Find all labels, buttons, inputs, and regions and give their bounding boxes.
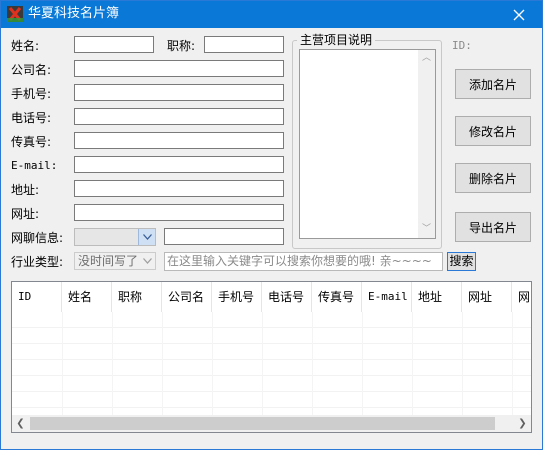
export-card-button[interactable]: 导出名片 bbox=[455, 212, 531, 242]
im-type-select[interactable] bbox=[74, 228, 156, 246]
column-header-fax[interactable]: 传真号 bbox=[312, 282, 362, 312]
grid-col-line bbox=[62, 312, 63, 415]
website-input[interactable] bbox=[74, 204, 284, 221]
scroll-up-icon[interactable]: ︿ bbox=[418, 50, 435, 67]
project-description-textarea[interactable]: ︿ ﹀ bbox=[299, 49, 436, 239]
grid-col-line bbox=[312, 312, 313, 415]
column-header-website[interactable]: 网址 bbox=[462, 282, 512, 312]
grid-col-line bbox=[412, 312, 413, 415]
industry-select-value: 没时间写了 bbox=[78, 254, 139, 268]
grid-row-line bbox=[12, 375, 531, 376]
title-bar[interactable]: 华夏科技名片簿 bbox=[1, 1, 542, 28]
grid-col-line bbox=[512, 312, 513, 415]
close-button[interactable] bbox=[496, 1, 542, 28]
name-label: 姓名: bbox=[11, 39, 40, 53]
address-input[interactable] bbox=[74, 180, 284, 197]
mobile-input[interactable] bbox=[74, 84, 284, 101]
scroll-left-icon[interactable]: ❮ bbox=[12, 415, 29, 432]
delete-card-button[interactable]: 删除名片 bbox=[455, 163, 531, 193]
column-header-phone[interactable]: 电话号 bbox=[262, 282, 312, 312]
project-group-title: 主营项目说明 bbox=[297, 32, 376, 48]
industry-select[interactable]: 没时间写了 bbox=[74, 252, 156, 270]
grid-row-line bbox=[12, 359, 531, 360]
grid-col-line bbox=[462, 312, 463, 415]
address-label: 地址: bbox=[11, 183, 40, 197]
column-header-address[interactable]: 地址 bbox=[412, 282, 462, 312]
grid-col-line bbox=[212, 312, 213, 415]
column-header-id[interactable]: ID bbox=[12, 282, 62, 312]
main-window: 华夏科技名片簿 姓名: 职称: 公司名: 手机号: 电话号: 传真号: E-ma… bbox=[0, 0, 543, 450]
column-header-mobile[interactable]: 手机号 bbox=[212, 282, 262, 312]
app-logo-icon bbox=[7, 6, 23, 22]
mobile-label: 手机号: bbox=[11, 87, 52, 101]
column-header-im[interactable]: 网 bbox=[512, 282, 531, 312]
grid-row-line bbox=[12, 391, 531, 392]
chevron-down-icon bbox=[139, 253, 155, 269]
column-header-email[interactable]: E-mail bbox=[362, 282, 412, 312]
email-label: E-mail: bbox=[11, 159, 58, 172]
memo-scrollbar[interactable]: ︿ ﹀ bbox=[418, 50, 435, 238]
grid-col-line bbox=[112, 312, 113, 415]
grid-col-line bbox=[362, 312, 363, 415]
add-card-button[interactable]: 添加名片 bbox=[455, 69, 531, 99]
fax-input[interactable] bbox=[74, 132, 284, 149]
cards-table[interactable]: ID 姓名 职称 公司名 手机号 电话号 传真号 E-mail 地址 网址 网 … bbox=[11, 281, 532, 433]
window-title: 华夏科技名片簿 bbox=[28, 6, 120, 21]
industry-label: 行业类型: bbox=[11, 255, 64, 269]
job-title-label: 职称: bbox=[167, 39, 196, 53]
id-label: ID: bbox=[452, 39, 472, 52]
search-input[interactable]: 在这里输入关键字可以搜索你想要的哦! 亲~~~~ bbox=[164, 252, 443, 271]
scroll-down-icon[interactable]: ﹀ bbox=[418, 221, 435, 238]
column-header-job[interactable]: 职称 bbox=[112, 282, 162, 312]
grid-row-line bbox=[12, 407, 531, 408]
chevron-down-icon bbox=[138, 229, 155, 245]
scroll-right-icon[interactable]: ❯ bbox=[514, 415, 531, 432]
table-horizontal-scrollbar[interactable]: ❮ ❯ bbox=[12, 415, 531, 432]
grid-col-line bbox=[262, 312, 263, 415]
im-info-label: 网聊信息: bbox=[11, 231, 64, 245]
search-button[interactable]: 搜索 bbox=[447, 252, 476, 271]
column-header-name[interactable]: 姓名 bbox=[62, 282, 112, 312]
grid-col-line bbox=[162, 312, 163, 415]
fax-label: 传真号: bbox=[11, 135, 52, 149]
grid-row-line bbox=[12, 343, 531, 344]
company-label: 公司名: bbox=[11, 63, 52, 77]
grid-row-line bbox=[12, 327, 531, 328]
close-icon bbox=[513, 9, 525, 20]
phone-input[interactable] bbox=[74, 108, 284, 125]
im-info-input[interactable] bbox=[164, 228, 284, 245]
phone-label: 电话号: bbox=[11, 111, 52, 125]
column-header-company[interactable]: 公司名 bbox=[162, 282, 212, 312]
website-label: 网址: bbox=[11, 207, 40, 221]
company-input[interactable] bbox=[74, 60, 284, 77]
job-title-input[interactable] bbox=[204, 36, 284, 53]
edit-card-button[interactable]: 修改名片 bbox=[455, 116, 531, 146]
name-input[interactable] bbox=[74, 36, 154, 53]
scrollbar-thumb[interactable] bbox=[30, 417, 495, 430]
email-input[interactable] bbox=[74, 156, 284, 173]
